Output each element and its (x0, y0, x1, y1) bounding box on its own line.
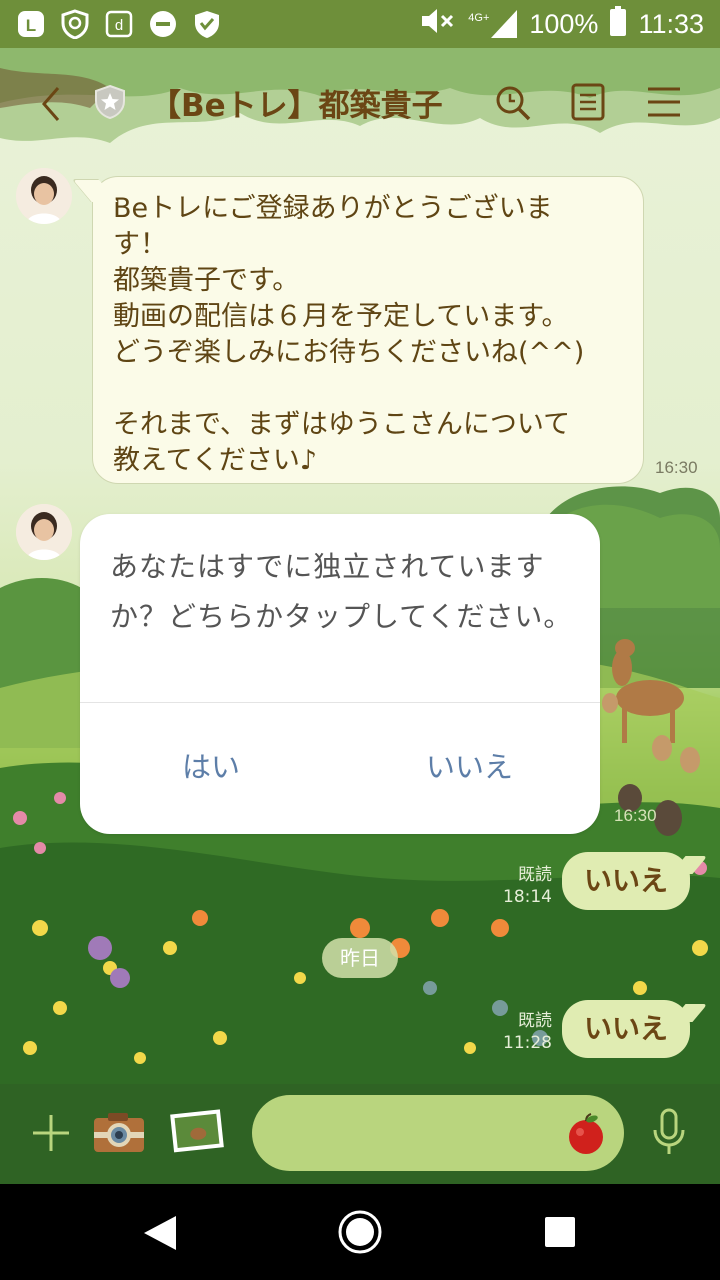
message-bubble-reply[interactable]: いいえ (562, 1000, 691, 1058)
read-receipt: 既読 18:14 (503, 865, 552, 907)
mic-icon[interactable] (650, 1108, 688, 1160)
menu-icon[interactable] (646, 84, 682, 124)
svg-text:L: L (26, 16, 36, 35)
photo-icon[interactable] (168, 1108, 224, 1158)
svg-text:d: d (115, 17, 123, 34)
confirm-card: あなたはすでに独立されていますか？どちらかタップしてください。 はい いいえ (80, 514, 600, 834)
shield-heart-icon (192, 9, 222, 39)
status-bar: L d 4G+ 100% 11:33 (0, 0, 720, 48)
message-bubble-welcome[interactable]: Beトレにご登録ありがとうございま す！ 都築貴子です。 動画の配信は６月を予定… (92, 176, 644, 484)
camera-icon[interactable] (92, 1110, 146, 1160)
avatar[interactable] (16, 168, 72, 224)
apple-icon[interactable] (564, 1112, 608, 1160)
card-divider (80, 702, 600, 703)
read-receipt: 既読 11:28 (503, 1011, 552, 1053)
home-nav-icon[interactable] (337, 1209, 383, 1259)
yes-button[interactable]: はい (182, 744, 240, 786)
battery-text: 100% (529, 8, 599, 39)
mute-icon (420, 6, 456, 43)
official-badge-icon (94, 84, 126, 124)
battery-icon (610, 5, 627, 43)
shield-check-icon (60, 9, 90, 39)
message-bubble-reply[interactable]: いいえ (562, 852, 691, 910)
chat-title: 【Beトレ】都築貴子 (150, 88, 443, 124)
message-time: 16:30 (614, 806, 657, 825)
card-question: あなたはすでに独立されていますか？どちらかタップしてください。 (110, 550, 573, 633)
note-icon[interactable] (570, 82, 606, 126)
plus-icon[interactable] (30, 1112, 72, 1158)
recents-nav-icon[interactable] (544, 1216, 576, 1252)
search-icon[interactable] (494, 84, 532, 126)
avatar[interactable] (16, 504, 72, 560)
d-icon: d (104, 9, 134, 39)
line-icon: L (16, 9, 46, 39)
date-separator: 昨日 (322, 938, 398, 978)
signal-icon: 4G+ (468, 10, 518, 38)
minus-circle-icon (148, 9, 178, 39)
no-button[interactable]: いいえ (426, 744, 513, 786)
message-time: 16:30 (655, 458, 698, 477)
clock: 11:33 (638, 8, 704, 39)
navigation-bar (0, 1184, 720, 1280)
back-nav-icon[interactable] (142, 1214, 178, 1256)
back-icon[interactable] (36, 84, 66, 128)
